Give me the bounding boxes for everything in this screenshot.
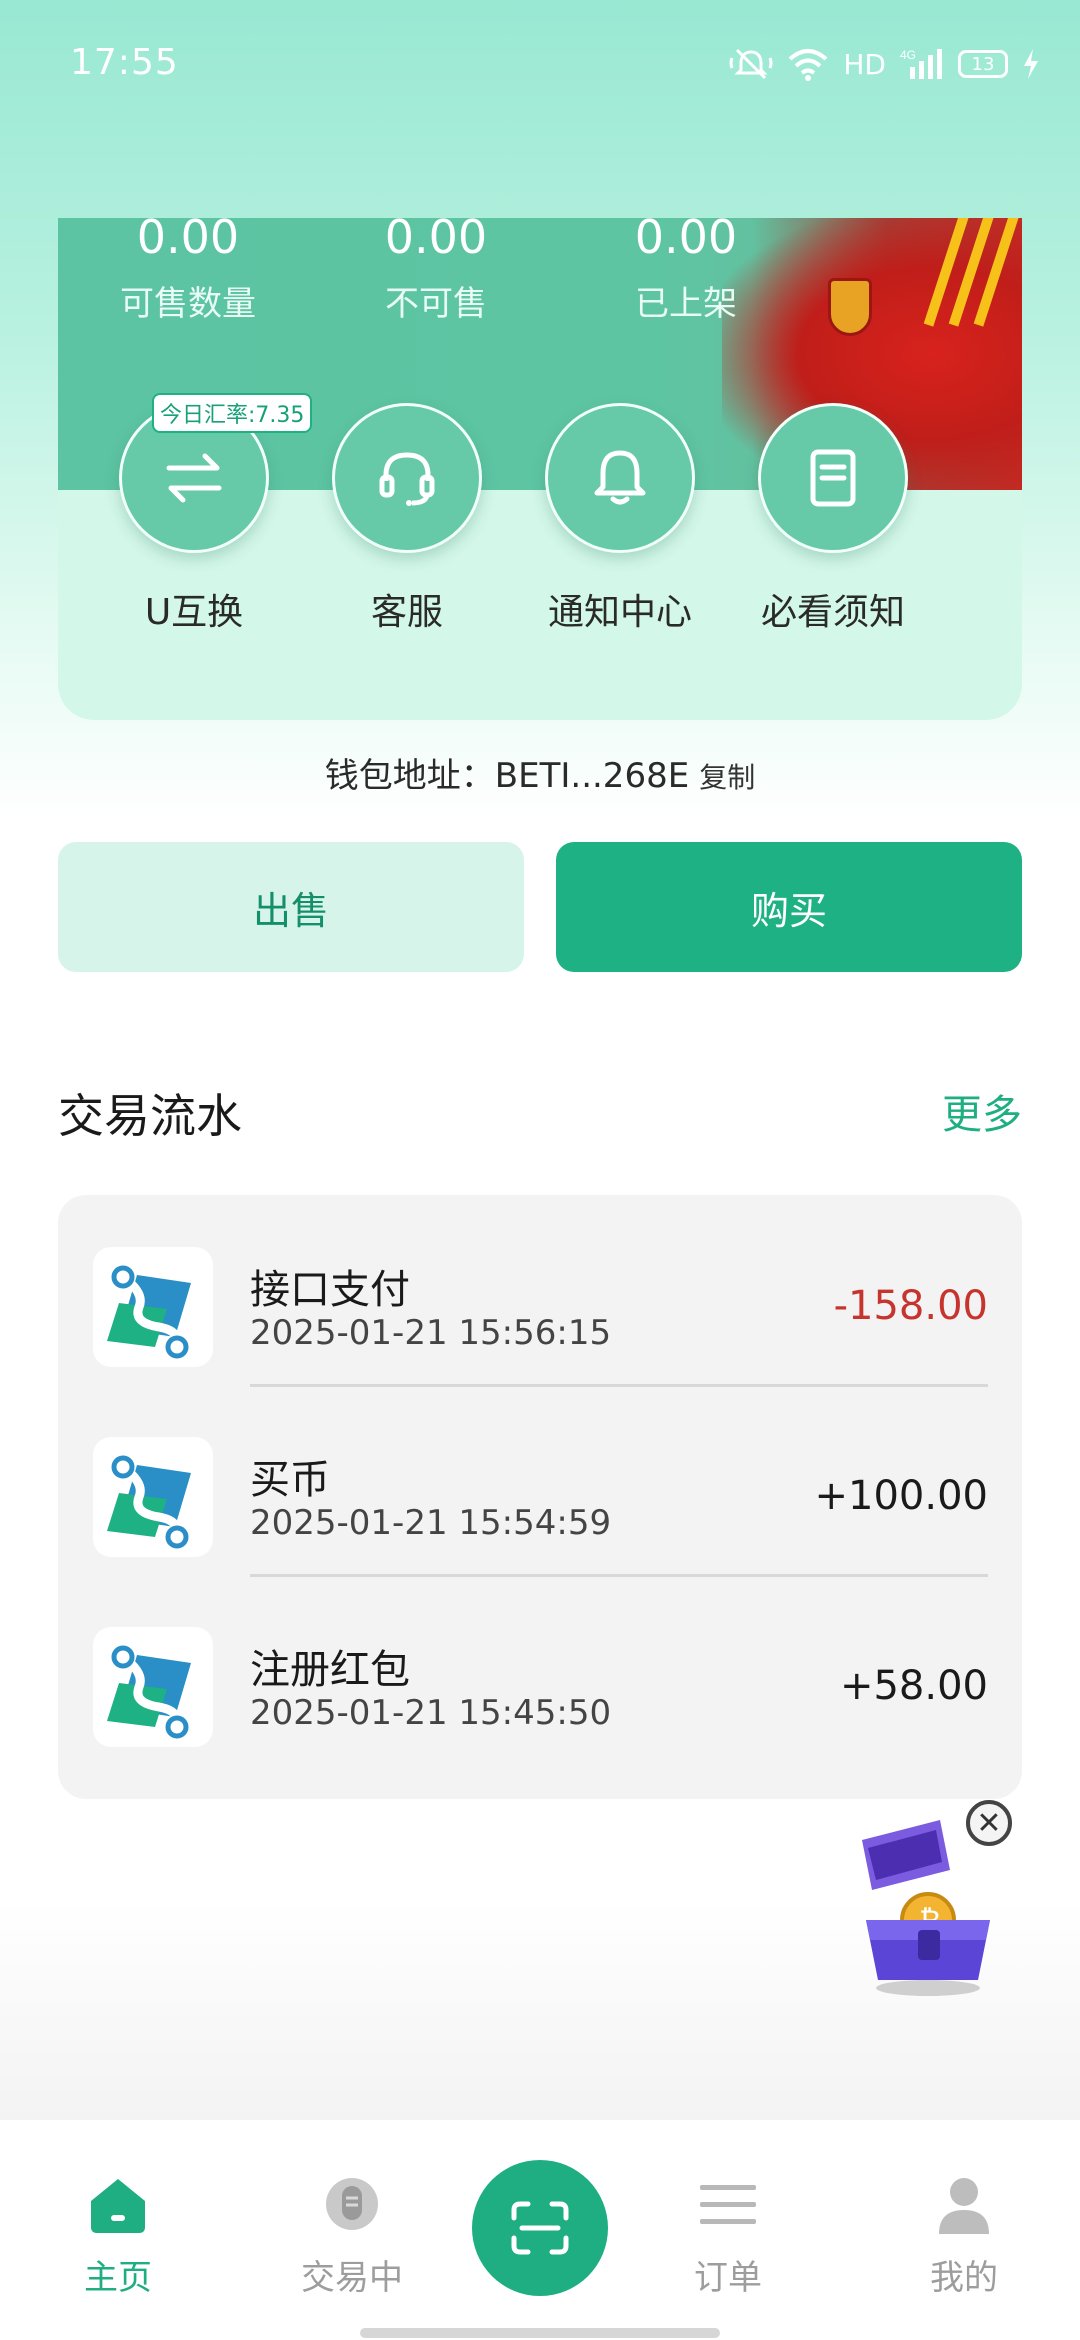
tab-label: 我的	[930, 2258, 998, 2298]
copy-address-button[interactable]: 复制	[699, 761, 755, 794]
buy-button[interactable]: 购买	[556, 842, 1022, 972]
signal-icon: 4G	[900, 48, 942, 79]
transaction-name: 买币	[250, 1457, 330, 1503]
microphone-icon	[326, 2178, 378, 2230]
bell-icon	[594, 450, 646, 505]
tab-label: 主页	[84, 2258, 152, 2298]
transactions-title: 交易流水	[58, 1089, 242, 1143]
headset-icon	[379, 452, 435, 506]
transaction-time: 2025-01-21 15:56:15	[250, 1313, 612, 1353]
wallet-address-text: 钱包地址：BETI...268E	[324, 756, 690, 796]
action-u-exchange[interactable]: U互换 今日汇率:7.35	[94, 393, 313, 635]
action-label: 通知中心	[547, 592, 692, 633]
jersey-crest	[828, 278, 872, 336]
sell-button[interactable]: 出售	[58, 842, 524, 972]
tab-orders[interactable]: 订单	[648, 2170, 808, 2299]
transaction-amount: +58.00	[839, 1663, 988, 1709]
stat-unsellable: 0.00 不可售	[326, 218, 546, 325]
wallet-address: 钱包地址：BETI...268E 复制	[0, 748, 1080, 797]
transaction-amount: -158.00	[833, 1283, 988, 1329]
action-circle[interactable]	[332, 403, 482, 553]
transaction-amount: +100.00	[814, 1473, 988, 1519]
list-item[interactable]: 买币 2025-01-21 15:54:59 +100.00	[58, 1385, 1022, 1577]
quick-actions: U互换 今日汇率:7.35 客服 通知中心 必看须知	[58, 393, 1022, 663]
action-circle[interactable]	[545, 403, 695, 553]
list-item[interactable]: 注册红包 2025-01-21 15:45:50 +58.00	[58, 1575, 1022, 1765]
stat-label: 已上架	[635, 284, 737, 324]
home-indicator	[360, 2328, 720, 2338]
action-must-read[interactable]: 必看须知	[733, 403, 933, 635]
stat-value: 0.00	[136, 218, 240, 264]
home-icon	[91, 2179, 145, 2233]
notebook-icon	[810, 449, 856, 507]
transaction-time: 2025-01-21 15:45:50	[250, 1693, 612, 1733]
stat-label: 不可售	[385, 284, 487, 324]
asset-card: 0.00 可售数量 0.00 不可售 0.00 已上架 U互换 今日汇率:7.3…	[58, 218, 1022, 720]
stat-label: 可售数量	[120, 284, 256, 324]
status-time: 17:55	[70, 42, 179, 83]
action-notifications[interactable]: 通知中心	[520, 403, 720, 635]
action-customer-service[interactable]: 客服	[307, 403, 507, 635]
stat-sellable: 0.00 可售数量	[78, 218, 298, 325]
transaction-name: 注册红包	[250, 1647, 410, 1693]
status-bar: 17:55 HD 4G 13	[0, 0, 1080, 130]
tab-label: 订单	[694, 2258, 762, 2298]
close-icon[interactable]: ✕	[966, 1800, 1012, 1846]
action-label: U互换	[144, 592, 244, 633]
app-logo-icon	[93, 1627, 213, 1747]
transaction-time: 2025-01-21 15:54:59	[250, 1503, 612, 1543]
app-logo-icon	[93, 1437, 213, 1557]
tab-trading[interactable]: 交易中	[272, 2170, 432, 2299]
user-icon	[939, 2178, 989, 2234]
exchange-rate-badge: 今日汇率:7.35	[152, 393, 313, 433]
transaction-name: 接口支付	[250, 1267, 410, 1313]
silent-icon	[729, 48, 773, 80]
swap-icon	[166, 453, 222, 503]
charging-icon	[1024, 49, 1038, 79]
svg-text:4G: 4G	[900, 48, 916, 62]
action-label: 必看须知	[760, 592, 905, 633]
battery-icon: 13	[958, 50, 1008, 78]
network-type: HD	[843, 47, 886, 81]
more-link[interactable]: 更多	[942, 1082, 1022, 1140]
action-circle[interactable]	[758, 403, 908, 553]
app-logo-icon	[93, 1247, 213, 1367]
stat-listed: 0.00 已上架	[576, 218, 796, 325]
tab-profile[interactable]: 我的	[884, 2170, 1044, 2299]
scan-button[interactable]	[472, 2160, 608, 2296]
status-icons: HD 4G 13	[729, 44, 1040, 84]
transactions-list: 接口支付 2025-01-21 15:56:15 -158.00 买币 2025…	[58, 1195, 1022, 1799]
wifi-icon	[789, 49, 828, 81]
tab-home[interactable]: 主页	[38, 2170, 198, 2299]
scan-icon	[511, 2201, 569, 2255]
tab-label: 交易中	[301, 2258, 403, 2298]
stat-value: 0.00	[634, 218, 738, 264]
action-label: 客服	[370, 592, 443, 633]
stat-value: 0.00	[384, 218, 488, 264]
bottom-tab-bar: 主页 交易中 订单 我的	[0, 2120, 1080, 2340]
list-icon	[700, 2185, 756, 2224]
list-item[interactable]: 接口支付 2025-01-21 15:56:15 -158.00	[58, 1195, 1022, 1387]
